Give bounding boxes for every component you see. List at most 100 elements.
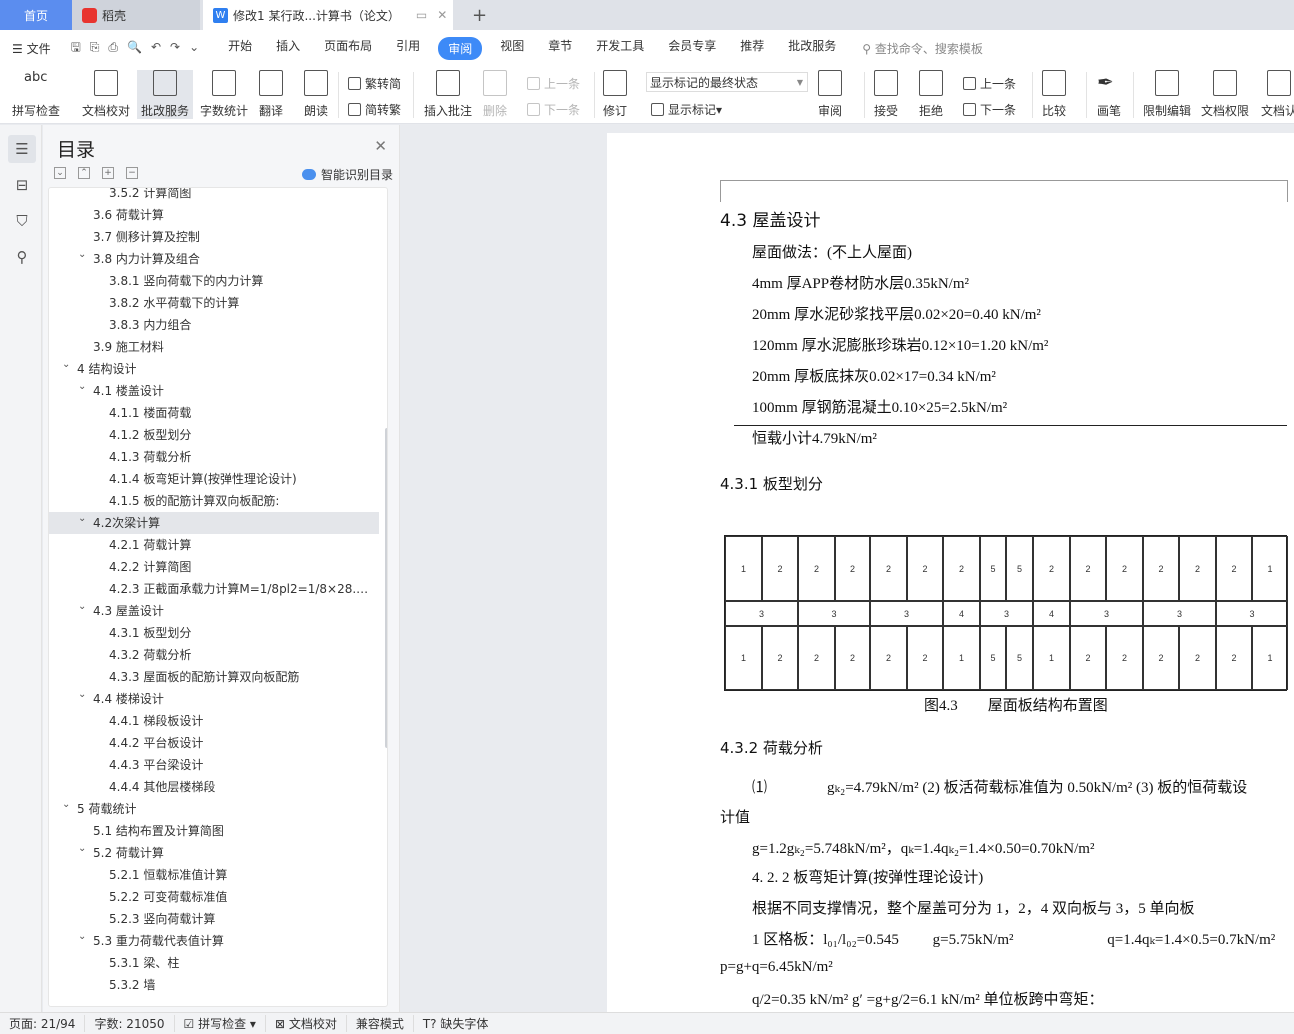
trad-to-simp-button[interactable]: 繁转简 [348,75,401,92]
chevron-down-icon[interactable]: ⌄ [78,248,86,266]
toc-item[interactable]: 3.8.1 竖向荷载下的内力计算 [49,270,379,292]
prev-comment-button[interactable]: 上一条 [527,75,580,92]
delete-comment-button[interactable]: 删除 [483,70,507,119]
missing-font[interactable]: T? 缺失字体 [414,1015,498,1032]
track-changes-button[interactable]: 修订 [603,70,627,119]
word-count-button[interactable]: 字数统计 [200,70,248,119]
toc-item[interactable]: 5.3.2 墙 [49,974,379,996]
collapse-up-icon[interactable]: ⌃ [78,167,90,179]
chevron-down-icon[interactable]: ⌄ [78,600,86,618]
chevron-down-icon[interactable]: ⌄ [62,798,70,816]
new-tab-button[interactable]: + [462,0,487,30]
expand-all-icon[interactable]: + [102,167,114,179]
toc-item[interactable]: 5.2.1 恒载标准值计算 [49,864,379,886]
word-count[interactable]: 字数: 21050 [85,1015,175,1032]
simp-to-trad-button[interactable]: 简转繁 [348,101,401,118]
toc-item[interactable]: 4.2.3 正截面承载力计算M=1/8pl2=1/8×28.49×6.62=15… [49,578,379,600]
toc-item[interactable]: 3.8.2 水平荷载下的计算 [49,292,379,314]
smart-toc-button[interactable]: 智能识别目录 [301,166,393,183]
menu-tab[interactable]: 插入 [264,37,312,60]
proof-status[interactable]: ⊠ 文档校对 [266,1015,347,1032]
toc-item[interactable]: 4.1.3 荷载分析 [49,446,379,468]
toc-item[interactable]: 4.4.4 其他层楼梯段 [49,776,379,798]
page-indicator[interactable]: 页面: 21/94 [0,1015,86,1032]
next-change-button[interactable]: 下一条 [963,101,1016,118]
toc-item[interactable]: 4.4.3 平台梁设计 [49,754,379,776]
toc-item[interactable]: 4.1.2 板型划分 [49,424,379,446]
menu-tab[interactable]: 引用 [384,37,432,60]
spell-check-button[interactable]: abc 拼写检查 [12,70,60,119]
toc-item[interactable]: ⌄ 4.4 楼梯设计 [49,688,379,710]
toc-item[interactable]: 4.2.1 荷载计算 [49,534,379,556]
toc-item[interactable]: 4.1.5 板的配筋计算双向板配筋: [49,490,379,512]
close-icon[interactable]: ✕ [374,137,387,155]
toc-item[interactable]: ⌄ 4.2次梁计算 [49,512,379,534]
menu-tab[interactable]: 视图 [488,37,536,60]
file-menu[interactable]: ☰ 文件 [0,40,63,57]
doc-cert-button[interactable]: 文档认 [1261,70,1294,119]
toc-item[interactable]: ⌄ 4.1 楼盖设计 [49,380,379,402]
menu-tab[interactable]: 开发工具 [584,37,656,60]
chevron-down-icon[interactable]: ⌄ [78,842,86,860]
toc-item[interactable]: ⌄ 5 荷载统计 [49,798,379,820]
accept-button[interactable]: 接受 [874,70,898,119]
tab-daoke[interactable]: 稻壳 [72,0,200,30]
restrict-edit-button[interactable]: 限制编辑 [1143,70,1191,119]
toc-item[interactable]: 3.7 侧移计算及控制 [49,226,379,248]
toc-item[interactable]: 4.1.1 楼面荷载 [49,402,379,424]
menu-tab[interactable]: 页面布局 [312,37,384,60]
scrollbar[interactable] [385,428,387,748]
toc-item[interactable]: ⌄ 4.3 屋盖设计 [49,600,379,622]
show-markup-button[interactable]: 显示标记 ▾ [651,101,722,118]
review-pane-button[interactable]: 审阅 [818,70,842,119]
toc-item[interactable]: ⌄ 5.2 荷载计算 [49,842,379,864]
chevron-down-icon[interactable]: ⌄ [78,688,86,706]
close-tab-icon[interactable]: ✕ [437,8,447,22]
toc-item[interactable]: 3.5.2 计算简图 [49,188,379,204]
prev-change-button[interactable]: 上一条 [963,75,1016,92]
toc-item[interactable]: 5.2.3 竖向荷载计算 [49,908,379,930]
toc-item[interactable]: 5.2.2 可变荷载标准值 [49,886,379,908]
doc-rights-button[interactable]: 文档权限 [1201,70,1249,119]
expand-down-icon[interactable]: ⌄ [54,167,66,179]
toc-item[interactable]: 5.3.1 梁、柱 [49,952,379,974]
command-search[interactable]: ⚲ 查找命令、搜索模板 [862,40,983,57]
doc-proof-button[interactable]: 文档校对 [82,70,130,119]
toc-item[interactable]: ⌄ 3.8 内力计算及组合 [49,248,379,270]
toc-item[interactable]: 3.6 荷载计算 [49,204,379,226]
correct-service-button[interactable]: 批改服务 [137,70,194,119]
menu-tab[interactable]: 会员专享 [656,37,728,60]
collapse-all-icon[interactable]: − [126,167,138,179]
markup-state-select[interactable]: 显示标记的最终状态 ▼ [646,72,808,92]
toc-icon[interactable]: ☰ [8,135,36,163]
reject-button[interactable]: 拒绝 [919,70,943,119]
next-comment-button[interactable]: 下一条 [527,101,580,118]
toc-item[interactable]: 4.3.2 荷载分析 [49,644,379,666]
menu-tab[interactable]: 批改服务 [776,37,848,60]
tab-document[interactable]: W 修改1 某行政...计算书（论文） ▭ ✕ [203,0,453,30]
toc-item[interactable]: 5.1 结构布置及计算简图 [49,820,379,842]
menu-tab[interactable]: 推荐 [728,37,776,60]
toc-item[interactable]: 4.4.1 梯段板设计 [49,710,379,732]
chevron-down-icon[interactable]: ⌄ [78,380,86,398]
outline-icon[interactable]: ⊟ [8,171,36,199]
translate-button[interactable]: 翻译 [259,70,283,119]
toc-item[interactable]: ⌄ 5.3 重力荷载代表值计算 [49,930,379,952]
insert-comment-button[interactable]: 插入批注 [424,70,472,119]
monitor-icon[interactable]: ▭ [416,8,427,22]
pen-button[interactable]: ✒ 画笔 [1097,70,1121,119]
chevron-down-icon[interactable]: ⌄ [78,512,86,530]
menu-tab[interactable]: 开始 [216,37,264,60]
bookmark-icon[interactable]: ⛉ [8,207,36,235]
toc-item[interactable]: 3.8.3 内力组合 [49,314,379,336]
spell-check-status[interactable]: ☑ 拼写检查 ▾ [175,1015,266,1032]
menu-tab[interactable]: 章节 [536,37,584,60]
chevron-down-icon[interactable]: ⌄ [62,358,70,376]
toc-item[interactable]: 4.3.3 屋面板的配筋计算双向板配筋 [49,666,379,688]
toc-item[interactable]: 4.3.1 板型划分 [49,622,379,644]
toc-item[interactable]: ⌄ 4 结构设计 [49,358,379,380]
chevron-down-icon[interactable]: ⌄ [78,930,86,948]
quick-access-icons[interactable]: 🖫⎘⎙🔍↶↷⌄ [63,38,217,59]
read-aloud-button[interactable]: 朗读 [304,70,328,119]
toc-item[interactable]: 4.4.2 平台板设计 [49,732,379,754]
